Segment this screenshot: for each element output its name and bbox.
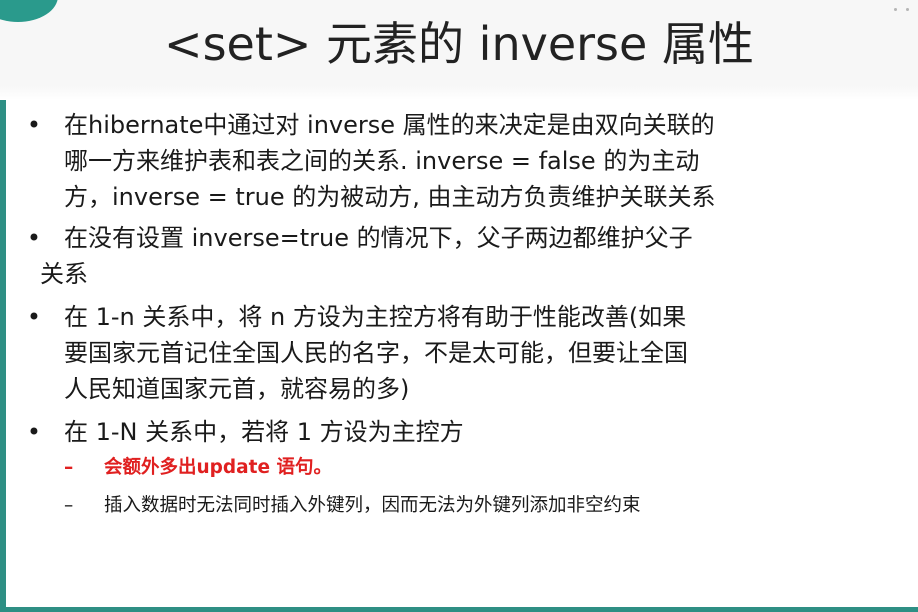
slide-body: • 在hibernate中通过对 inverse 属性的来决定是由双向关联的 哪… [22, 107, 902, 520]
bullet-item: • 在hibernate中通过对 inverse 属性的来决定是由双向关联的 哪… [22, 107, 902, 215]
bullet-text-line: 在 1-n 关系中，将 n 方设为主控方将有助于性能改善(如果 [64, 303, 687, 331]
sub-bullet-item: – 会额外多出update 语句。 [22, 454, 902, 482]
bullet-text-line: 哪一方来维护表和表之间的关系. inverse = false 的为主动 [64, 147, 700, 175]
decoration-dot [906, 8, 909, 11]
sub-bullet-text: 会额外多出update 语句。 [104, 457, 332, 478]
bullet-item: • 在 1-N 关系中，若将 1 方设为主控方 [22, 414, 902, 450]
bullet-dot: • [26, 111, 42, 139]
sub-bullet-text: 插入数据时无法同时插入外键列，因而无法为外键列添加非空约束 [104, 495, 641, 516]
slide-title: <set> 元素的 inverse 属性 [164, 17, 754, 71]
bullet-item: • 在 1-n 关系中，将 n 方设为主控方将有助于性能改善(如果 要国家元首记… [22, 299, 902, 407]
bullet-text-line: 要国家元首记住全国人民的名字，不是太可能，但要让全国 [64, 339, 688, 367]
bullet-text-line: 关系 [40, 260, 88, 288]
sub-bullet-dash: – [64, 457, 74, 478]
bullet-item: • 在没有设置 inverse=true 的情况下，父子两边都维护父子 关系 [22, 220, 902, 292]
bullet-dot: • [26, 303, 42, 331]
bullet-text-line: 在 1-N 关系中，若将 1 方设为主控方 [64, 418, 464, 446]
slide: <set> 元素的 inverse 属性 • 在hibernate中通过对 in… [0, 0, 918, 612]
bullet-text-line: 方，inverse = true 的为被动方, 由主动方负责维护关联关系 [64, 183, 716, 211]
bullet-dot: • [26, 224, 42, 252]
sub-bullet-dash: – [64, 495, 74, 516]
left-accent-bar [0, 100, 6, 612]
sub-bullet-item: – 插入数据时无法同时插入外键列，因而无法为外键列添加非空约束 [22, 492, 902, 520]
bullet-text-line: 在没有设置 inverse=true 的情况下，父子两边都维护父子 [64, 224, 693, 252]
bullet-text-line: 人民知道国家元首，就容易的多) [64, 375, 410, 403]
bullet-dot: • [26, 418, 42, 446]
bottom-accent-bar [0, 607, 918, 612]
decoration-dot [894, 8, 897, 11]
bullet-text-line: 在hibernate中通过对 inverse 属性的来决定是由双向关联的 [64, 111, 715, 139]
